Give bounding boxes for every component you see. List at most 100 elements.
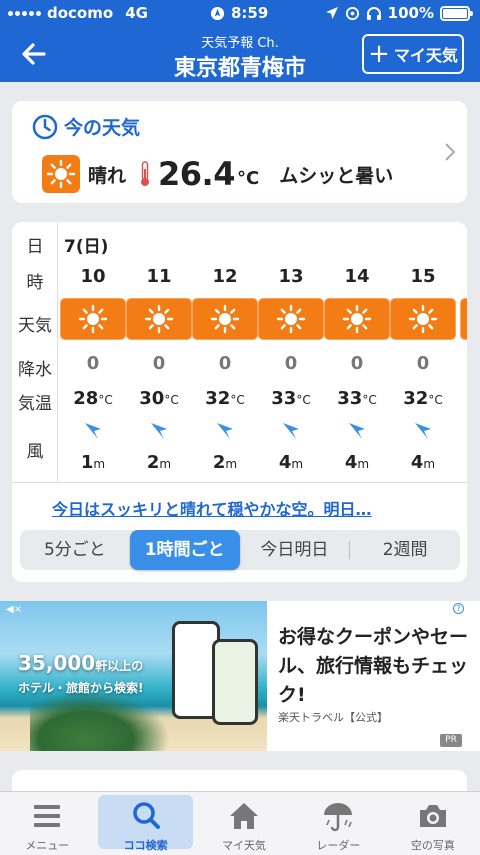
nav-radar-label: レーダー — [316, 839, 361, 852]
location-arrow-icon — [325, 7, 338, 19]
wind-speed-value: 2m — [126, 452, 192, 473]
ad-image[interactable]: ◀× 35,000軒以上の ホテル・旅館から検索! — [0, 601, 267, 751]
precipitation-value: 0 — [86, 353, 100, 374]
phone-map-mockup — [212, 639, 258, 725]
nav-sky-photos[interactable]: 空の写真 — [386, 792, 480, 855]
search-icon — [132, 802, 160, 829]
ad-info-icon[interactable]: ? — [453, 603, 464, 614]
radar-umbrella-icon — [324, 803, 353, 832]
mute-icon[interactable]: ◀× — [6, 604, 22, 615]
wind-speed-number: 4 — [344, 452, 358, 473]
row-label-precip: 降水 — [18, 360, 52, 380]
ad-brand: 楽天トラベル【公式】 — [278, 711, 388, 724]
location-lock-icon — [210, 6, 225, 20]
wind-direction-icon — [346, 420, 368, 442]
ad-banner[interactable]: ◀× 35,000軒以上の ホテル・旅館から検索! ? お得なクーポンやセール、… — [0, 601, 480, 751]
sun-icon — [192, 298, 258, 340]
ad-headline: お得なクーポンやセール、旅行情報もチェック! — [278, 626, 469, 706]
chevron-right-icon — [445, 143, 456, 161]
wind-speed-number: 4 — [410, 452, 424, 473]
temperature-value: 33°C — [258, 388, 324, 409]
ad-image-count: 35,000 — [18, 651, 96, 675]
segment-1hour[interactable]: 1時間ごと — [129, 530, 240, 570]
segment-2weeks[interactable]: 2週間 — [350, 530, 460, 570]
nav-search-label: ココ検索 — [123, 839, 168, 852]
hour-label: 15 — [410, 266, 436, 287]
precipitation-value: 0 — [284, 353, 298, 374]
hour-label: 13 — [278, 266, 304, 287]
current-condition: 晴れ — [88, 164, 127, 187]
thermometer-icon — [141, 161, 150, 186]
wind-speed-unit: m — [225, 457, 238, 471]
row-label-weather: 天気 — [18, 316, 52, 336]
home-icon — [230, 803, 259, 829]
nav-radar[interactable]: レーダー — [291, 792, 385, 855]
interval-segmented-control: 5分ごと 1時間ごと 今日明日 2週間 — [20, 530, 460, 570]
precipitation-value: 0 — [218, 353, 232, 374]
ad-pr-badge: PR — [440, 734, 462, 747]
segment-5min[interactable]: 5分ごと — [20, 530, 130, 570]
palm-tree-graphic — [30, 691, 170, 751]
wind-direction-icon — [82, 420, 104, 442]
temperature-number: 30 — [139, 388, 165, 409]
nav-menu[interactable]: メニュー — [0, 792, 94, 855]
wind-speed-number: 2 — [146, 452, 160, 473]
wind-speed-unit: m — [159, 457, 172, 471]
hourly-forecast-card: 日 時 天気 降水 気温 風 7(日) 10 0 28°C 1m 11 0 30°C 2m 12… — [12, 222, 467, 582]
wind-direction-icon — [280, 420, 302, 442]
temperature-unit: °C — [362, 393, 377, 407]
temperature-unit: °C — [164, 393, 179, 407]
wind-speed-number: 2 — [212, 452, 226, 473]
nav-my-weather[interactable]: マイ天気 — [197, 792, 291, 855]
current-temperature: 26.4 — [158, 155, 235, 193]
forecast-summary-link[interactable]: 今日はスッキリと晴れて穏やかな空。明日… — [52, 496, 372, 520]
signal-icon — [8, 10, 41, 16]
temperature-number: 28 — [73, 388, 99, 409]
temperature-unit: °C — [230, 393, 245, 407]
wind-direction-icon — [214, 420, 236, 442]
temperature-value: 30°C — [126, 388, 192, 409]
add-my-weather-button[interactable]: + マイ天気 — [362, 34, 464, 74]
temperature-number: 33 — [271, 388, 297, 409]
ad-image-subtext: ホテル・旅館から検索! — [18, 681, 144, 695]
row-label-hour: 時 — [26, 273, 44, 293]
forecast-date: 7(日) — [64, 237, 109, 257]
precipitation-value: 0 — [350, 353, 364, 374]
wind-speed-value: 4m — [258, 452, 324, 473]
temperature-unit: °C — [296, 393, 311, 407]
sun-icon — [258, 298, 324, 340]
divider — [12, 482, 467, 483]
ad-image-headline: 35,000軒以上の — [18, 651, 143, 675]
wind-speed-number: 1 — [80, 452, 94, 473]
row-label-day: 日 — [26, 237, 44, 257]
network-type: 4G — [125, 4, 148, 22]
battery-icon — [440, 5, 473, 21]
ad-image-count-suffix: 軒以上の — [95, 659, 144, 673]
temperature-number: 32 — [205, 388, 231, 409]
status-bar: docomo 4G 8:59 100% — [0, 0, 480, 26]
wind-speed-unit: m — [291, 457, 304, 471]
wind-speed-value: 4m — [324, 452, 390, 473]
temperature-value: 28°C — [60, 388, 126, 409]
sun-icon — [126, 298, 192, 340]
current-weather-card[interactable]: 今の天気 晴れ 26.4 °C ムシッと暑い — [12, 101, 467, 203]
temperature-unit: °C — [428, 393, 443, 407]
current-feeling: ムシッと暑い — [279, 164, 394, 187]
wind-speed-unit: m — [357, 457, 370, 471]
clock-icon — [32, 114, 58, 139]
row-label-wind: 風 — [26, 442, 44, 462]
row-labels: 日 時 天気 降水 気温 風 — [12, 222, 58, 482]
temperature-value: 32°C — [192, 388, 258, 409]
segment-today-tomorrow[interactable]: 今日明日 — [240, 530, 350, 570]
precipitation-value: 0 — [152, 353, 166, 374]
alarm-icon — [345, 6, 359, 20]
nav-search[interactable]: ココ検索 — [98, 795, 193, 852]
hour-label: 12 — [212, 266, 238, 287]
nav-menu-label: メニュー — [25, 839, 70, 852]
wind-speed-value: 2m — [192, 452, 258, 473]
sun-icon — [390, 298, 456, 340]
sun-icon — [460, 298, 467, 340]
hour-label: 14 — [344, 266, 370, 287]
menu-icon — [34, 805, 61, 827]
status-time: 8:59 — [231, 4, 269, 22]
